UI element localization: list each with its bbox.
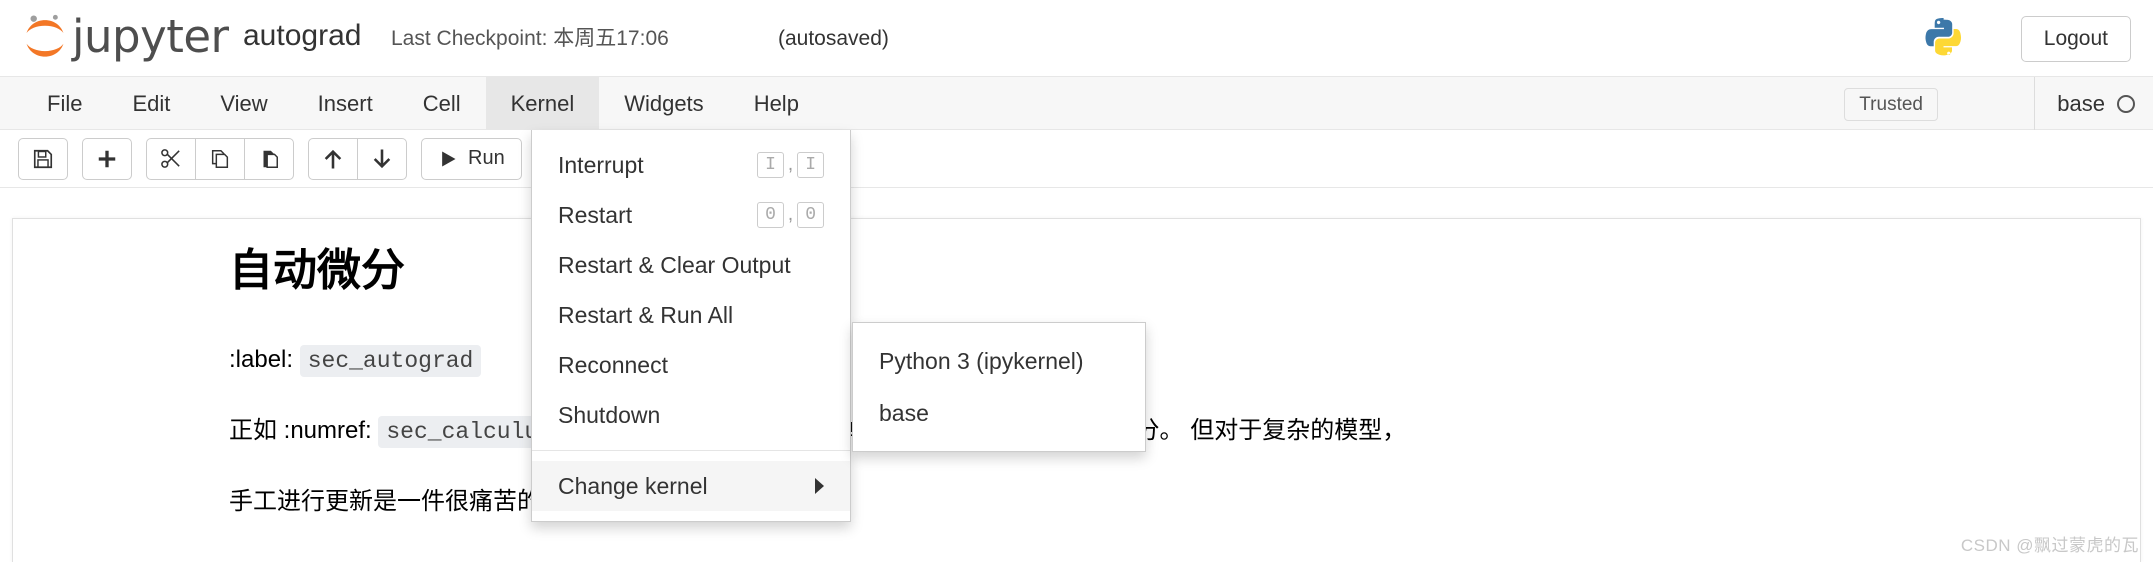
menu-help[interactable]: Help — [729, 77, 824, 130]
move-cell-down-button[interactable] — [357, 137, 407, 180]
save-button[interactable] — [18, 137, 68, 180]
csdn-watermark: CSDN @飘过蒙虎的瓦 — [1960, 536, 2139, 555]
jupyter-wordmark: jupyter — [72, 10, 229, 63]
menu-widgets[interactable]: Widgets — [599, 77, 728, 130]
menu-item-restart-run-all[interactable]: Restart & Run All — [532, 290, 850, 340]
arrow-down-icon — [373, 148, 391, 168]
toolbar-group-move — [308, 137, 407, 180]
paste-cell-button[interactable] — [244, 137, 294, 180]
menu-view[interactable]: View — [195, 77, 292, 130]
menu-item-label: Reconnect — [558, 352, 668, 378]
menu-kernel[interactable]: Kernel — [485, 77, 600, 130]
numref-value: sec_calculu — [378, 416, 547, 448]
autosave-status: (autosaved) — [778, 27, 889, 50]
shortcut-hint: 0 , 0 — [757, 199, 824, 231]
menu-cell[interactable]: Cell — [398, 77, 486, 130]
change-kernel-submenu: Python 3 (ipykernel) base — [852, 322, 1146, 452]
jupyter-brand[interactable]: jupyter — [22, 8, 229, 66]
run-cell-button[interactable]: Run — [421, 137, 522, 180]
label-directive: :label: — [229, 346, 294, 373]
menu-edit[interactable]: Edit — [107, 77, 195, 130]
move-cell-up-button[interactable] — [308, 137, 358, 180]
menu-item-restart-clear-output[interactable]: Restart & Clear Output — [532, 240, 850, 290]
chevron-right-icon — [815, 478, 824, 494]
menu-file[interactable]: File — [22, 77, 107, 130]
shortcut-key: 0 — [757, 202, 784, 228]
clipboard-icon — [263, 150, 278, 168]
kernel-option-base[interactable]: base — [853, 387, 1145, 439]
cut-cell-button[interactable] — [146, 137, 196, 180]
menu-divider — [532, 450, 850, 451]
toolbar-group-insert — [82, 137, 132, 180]
menu-item-shutdown[interactable]: Shutdown — [532, 390, 850, 440]
kernel-dropdown-menu: Interrupt I , I Restart 0 , 0 Restart & … — [531, 130, 851, 522]
copy-cell-button[interactable] — [195, 137, 245, 180]
toolbar-group-save — [18, 137, 68, 180]
shortcut-separator: , — [787, 154, 794, 175]
toolbar-group-clipboard — [146, 137, 294, 180]
menu-item-label: Change kernel — [558, 473, 708, 499]
menu-item-label: Restart — [558, 202, 633, 228]
cell-paragraph-line-2: 手工进行更新是一件很痛苦的事情（而且经常容易出错 — [229, 488, 805, 515]
jupyter-notebook-page: jupyter autograd Last Checkpoint: 本周五17:… — [0, 0, 2153, 562]
copy-icon — [211, 149, 229, 168]
kernel-option-python3[interactable]: Python 3 (ipykernel) — [853, 335, 1145, 387]
notebook-title[interactable]: autograd — [243, 14, 361, 58]
python-logo-icon — [1925, 18, 1962, 56]
notebook-toolbar: Run — [0, 130, 2153, 188]
page-header: jupyter autograd Last Checkpoint: 本周五17:… — [0, 0, 2153, 77]
menu-item-change-kernel[interactable]: Change kernel — [532, 461, 850, 511]
kernel-indicator-label: base — [2057, 91, 2105, 116]
run-button-label: Run — [468, 147, 505, 169]
cell-heading: 自动微分 — [229, 245, 405, 296]
menu-item-label: Restart & Clear Output — [558, 252, 791, 278]
menu-bar-items: File Edit View Insert Cell Kernel Widget… — [22, 77, 824, 130]
shortcut-separator: , — [787, 204, 794, 225]
jupyter-logo-icon — [26, 14, 64, 57]
label-value: sec_autograd — [299, 345, 482, 377]
plus-icon — [98, 150, 116, 167]
menu-item-label: Interrupt — [558, 152, 644, 178]
kernel-indicator[interactable]: base — [2034, 77, 2135, 130]
scissors-icon — [160, 149, 180, 168]
trusted-badge[interactable]: Trusted — [1844, 88, 1938, 121]
floppy-disk-icon — [33, 149, 53, 168]
menu-item-label: Restart & Run All — [558, 302, 734, 328]
shortcut-key: 0 — [797, 202, 824, 228]
paragraph-text-pre: 正如 :numref: — [229, 417, 372, 444]
menu-bar: File Edit View Insert Cell Kernel Widget… — [0, 77, 2153, 130]
toolbar-group-run: Run — [421, 137, 522, 180]
insert-cell-below-button[interactable] — [82, 137, 132, 180]
shortcut-key: I — [757, 152, 784, 178]
menu-item-label: Shutdown — [558, 402, 661, 428]
menu-item-interrupt[interactable]: Interrupt I , I — [532, 140, 850, 190]
menu-item-restart[interactable]: Restart 0 , 0 — [532, 190, 850, 240]
last-checkpoint-label: Last Checkpoint: 本周五17:06 — [391, 27, 669, 50]
play-icon — [442, 151, 456, 166]
shortcut-key: I — [797, 152, 824, 178]
menu-item-reconnect[interactable]: Reconnect — [532, 340, 850, 390]
arrow-up-icon — [324, 149, 342, 169]
menu-insert[interactable]: Insert — [293, 77, 398, 130]
shortcut-hint: I , I — [757, 149, 824, 181]
logout-button[interactable]: Logout — [2020, 16, 2131, 62]
kernel-idle-circle-icon — [2117, 94, 2135, 113]
